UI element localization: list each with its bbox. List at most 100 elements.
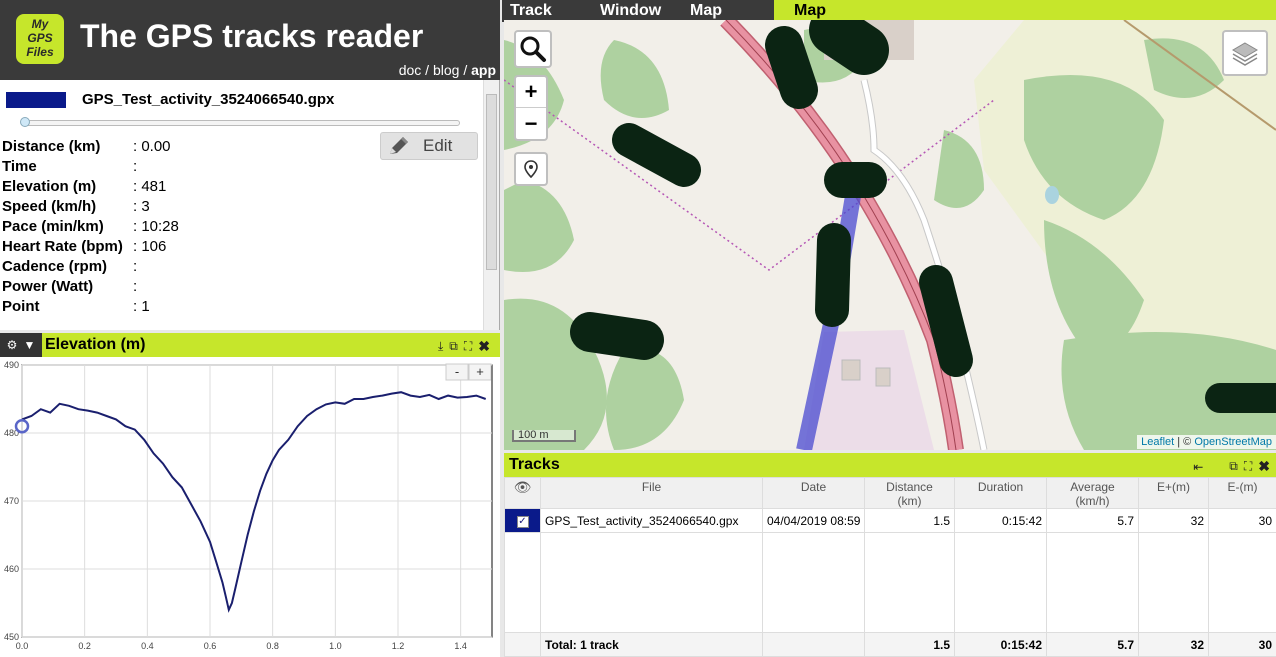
- track-name: GPS_Test_activity_3524066540.gpx: [82, 91, 335, 108]
- info-row-value: : 481: [133, 178, 167, 195]
- popout-icon[interactable]: ⧉: [449, 339, 458, 354]
- zoom-control: + −: [514, 75, 548, 141]
- doc-link[interactable]: doc: [399, 62, 422, 78]
- layers-button[interactable]: [1222, 30, 1268, 76]
- app-link[interactable]: app: [471, 62, 496, 78]
- zoom-out-button[interactable]: −: [516, 108, 546, 139]
- map-search-button[interactable]: [514, 30, 552, 68]
- tracks-panel: Tracks ⇤ ⧉ ⛶ ✖ 👁 File Date Distance (km)…: [504, 453, 1276, 657]
- layers-icon: [1232, 42, 1258, 66]
- info-row-value: : 0.00: [133, 138, 171, 155]
- info-row-label: Elevation (m): [2, 178, 97, 195]
- empty-table-area: [504, 532, 1276, 633]
- menu-track[interactable]: Track: [510, 2, 552, 20]
- gear-icon: ⚙: [6, 338, 18, 352]
- info-row: Pace (min/km): 10:28: [2, 218, 472, 238]
- track-color-swatch[interactable]: [6, 92, 66, 108]
- table-row[interactable]: ✓ GPS_Test_activity_3524066540.gpx 04/04…: [504, 508, 1276, 533]
- map-attribution: Leaflet | © OpenStreetMap: [1137, 435, 1276, 449]
- visibility-column-header[interactable]: 👁: [504, 477, 541, 509]
- settings-menu[interactable]: ⚙ ▼: [0, 333, 42, 357]
- column-header-average[interactable]: Average (km/h): [1046, 477, 1139, 509]
- tracks-panel-title: Tracks: [509, 456, 560, 473]
- logo-line-3: Files: [26, 45, 54, 59]
- nav-separator: /: [459, 62, 472, 78]
- osm-link[interactable]: OpenStreetMap: [1194, 436, 1272, 448]
- app-logo[interactable]: My GPS Files: [16, 14, 64, 64]
- x-tick-label: 0.4: [141, 641, 154, 651]
- column-header-elevation-gain[interactable]: E+(m): [1138, 477, 1209, 509]
- logo-line-1: My: [31, 17, 49, 31]
- point-slider-handle[interactable]: [20, 117, 30, 127]
- tracks-panel-header: Tracks ⇤ ⧉ ⛶ ✖: [504, 453, 1276, 477]
- nav-separator: /: [421, 62, 433, 78]
- close-icon[interactable]: ✖: [1258, 458, 1270, 475]
- elevation-panel: ⚙ ▼ Elevation (m) ⤓ ⧉ ⛶ ✖ 450 460 470 480 49…: [0, 333, 500, 657]
- y-tick-label: 490: [4, 360, 19, 370]
- info-row-value: : 10:28: [133, 218, 179, 235]
- total-average: 5.7: [1046, 632, 1139, 657]
- map-tiles[interactable]: [504, 20, 1276, 450]
- track-visibility-cell[interactable]: ✓: [504, 508, 541, 533]
- download-icon[interactable]: ⤓: [438, 339, 443, 354]
- x-tick-label: 1.2: [392, 641, 405, 651]
- leaflet-link[interactable]: Leaflet: [1141, 436, 1174, 448]
- info-row-label: Power (Watt): [2, 278, 94, 295]
- attribution-separator: | ©: [1174, 436, 1195, 448]
- cell-distance: 1.5: [864, 508, 955, 533]
- logo-line-2: GPS: [27, 31, 53, 45]
- column-header-distance[interactable]: Distance (km): [864, 477, 955, 509]
- popout-icon[interactable]: ⧉: [1229, 459, 1238, 474]
- caret-down-icon: ▼: [23, 338, 36, 352]
- table-total-row: Total: 1 track 1.5 0:15:42 5.7 32 30: [504, 632, 1276, 657]
- point-slider[interactable]: [24, 120, 460, 126]
- elevation-window-controls: ⤓ ⧉ ⛶ ✖: [438, 338, 490, 355]
- map-scale: 100 m: [512, 430, 576, 442]
- cell-duration: 0:15:42: [954, 508, 1047, 533]
- visibility-checkbox[interactable]: ✓: [516, 516, 529, 528]
- map-panel-title: Map: [794, 2, 826, 19]
- total-elevation-loss: 30: [1208, 632, 1276, 657]
- collapse-icon[interactable]: ⇤: [1193, 460, 1203, 474]
- tracks-table: 👁 File Date Distance (km) Duration Avera…: [504, 477, 1276, 657]
- info-row-value: :: [133, 278, 138, 295]
- y-tick-label: 470: [4, 496, 19, 506]
- info-row-value: :: [133, 158, 138, 175]
- info-row-label: Speed (km/h): [2, 198, 97, 215]
- info-row-label: Point: [2, 298, 40, 315]
- x-tick-label: 0.6: [204, 641, 217, 651]
- x-tick-label: 1.4: [454, 641, 467, 651]
- column-header-duration[interactable]: Duration: [954, 477, 1047, 509]
- x-tick-label: 0.8: [266, 641, 279, 651]
- info-row-value: : 1: [133, 298, 150, 315]
- total-label: Total: 1 track: [540, 632, 763, 657]
- x-tick-label: 1.0: [329, 641, 342, 651]
- zoom-in-button[interactable]: +: [516, 77, 546, 108]
- info-row-label: Heart Rate (bpm): [2, 238, 123, 255]
- locate-button[interactable]: [514, 152, 548, 186]
- column-header-date[interactable]: Date: [762, 477, 865, 509]
- cell-file[interactable]: GPS_Test_activity_3524066540.gpx: [540, 508, 763, 533]
- column-header-file[interactable]: File: [540, 477, 763, 509]
- total-duration: 0:15:42: [954, 632, 1047, 657]
- info-row: Speed (km/h): 3: [2, 198, 472, 218]
- cell-elevation-loss: 30: [1208, 508, 1276, 533]
- chart-zoom-out-label: -: [455, 364, 459, 379]
- column-header-elevation-loss[interactable]: E-(m): [1208, 477, 1276, 509]
- menu-map[interactable]: Map: [690, 2, 722, 20]
- table-header-row: 👁 File Date Distance (km) Duration Avera…: [504, 477, 1276, 509]
- maximize-icon[interactable]: ⛶: [1244, 459, 1252, 474]
- map-view[interactable]: + − 100 m Leaflet | © OpenStreetMap: [504, 20, 1276, 450]
- elevation-chart[interactable]: 4504604704804900.0 0.2 0.4 0.6 0.8 1.0 1.2 1.4-…: [0, 357, 500, 657]
- info-row: Cadence (rpm):: [2, 258, 472, 278]
- maximize-icon[interactable]: ⛶: [464, 339, 472, 354]
- x-tick-label: 0.0: [16, 641, 29, 651]
- close-icon[interactable]: ✖: [478, 338, 490, 355]
- eye-icon: 👁: [513, 479, 532, 495]
- blog-link[interactable]: blog: [433, 62, 459, 78]
- info-scrollbar[interactable]: [483, 80, 499, 330]
- scrollbar-thumb[interactable]: [486, 94, 497, 270]
- menu-window[interactable]: Window: [600, 2, 661, 20]
- info-row-label: Time: [2, 158, 37, 175]
- cell-date: 04/04/2019 08:59: [762, 508, 865, 533]
